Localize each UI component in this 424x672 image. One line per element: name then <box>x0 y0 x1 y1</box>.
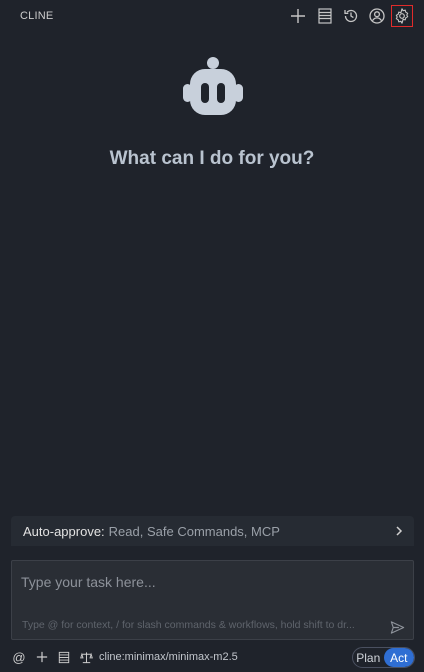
auto-approve-value: Read, Safe Commands, MCP <box>108 523 280 539</box>
task-input-box: Type @ for context, / for slash commands… <box>11 560 414 640</box>
header: CLINE <box>0 0 424 32</box>
gear-icon <box>395 8 409 24</box>
account-icon <box>369 8 385 24</box>
send-button[interactable] <box>387 617 407 637</box>
model-name: cline:minimax/minimax-m2.5 <box>99 651 238 663</box>
send-icon <box>390 620 404 634</box>
at-sign-icon: @ <box>12 649 26 665</box>
cline-panel: CLINE What can I do for you? Auto-approv… <box>0 0 424 672</box>
server-stack-icon <box>318 8 332 24</box>
welcome-heading: What can I do for you? <box>109 148 315 169</box>
settings-button[interactable] <box>391 5 413 27</box>
auto-approve-label: Auto-approve: <box>23 523 105 539</box>
servers-button[interactable] <box>56 648 72 666</box>
footer-toolbar: @ cline:minimax/minimax-m2.5 Plan Act <box>0 646 424 668</box>
task-hint: Type @ for context, / for slash commands… <box>22 619 355 631</box>
history-button[interactable] <box>340 5 362 27</box>
cline-robot-icon <box>183 57 243 115</box>
app-title: CLINE <box>20 10 54 22</box>
act-mode-button[interactable]: Act <box>383 648 414 667</box>
plan-act-toggle[interactable]: Plan Act <box>352 647 415 668</box>
scale-icon <box>80 651 93 663</box>
plus-icon <box>36 651 48 663</box>
plus-icon <box>291 9 305 23</box>
server-stack-icon <box>58 651 70 663</box>
chevron-right-icon <box>396 526 403 536</box>
mcp-servers-button[interactable] <box>314 5 336 27</box>
plan-mode-button[interactable]: Plan <box>353 648 384 667</box>
add-files-button[interactable] <box>34 648 50 666</box>
new-task-button[interactable] <box>287 5 309 27</box>
history-icon <box>344 9 358 23</box>
mention-button[interactable]: @ <box>11 648 27 666</box>
model-selector[interactable]: cline:minimax/minimax-m2.5 <box>80 648 238 666</box>
account-button[interactable] <box>366 5 388 27</box>
task-input[interactable] <box>21 571 401 593</box>
auto-approve-bar[interactable]: Auto-approve: Read, Safe Commands, MCP <box>11 516 414 546</box>
